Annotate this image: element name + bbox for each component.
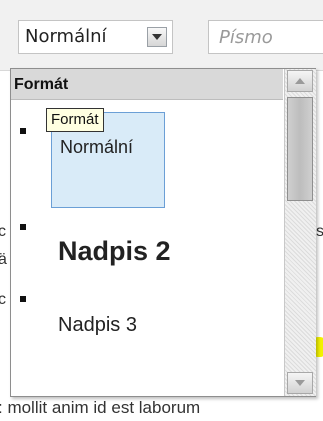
scroll-up-button[interactable] xyxy=(287,70,313,92)
font-combo-placeholder: Písmo xyxy=(219,27,273,48)
bullet-icon xyxy=(20,224,26,230)
format-combo-value: Normální xyxy=(25,26,107,47)
scroll-thumb[interactable] xyxy=(287,97,313,201)
tooltip: Formát xyxy=(46,108,104,132)
text-fragment: ä xyxy=(0,251,7,268)
font-combo[interactable]: Písmo xyxy=(208,20,323,54)
text-fragment: c xyxy=(0,223,6,240)
text-fragment: c xyxy=(0,291,6,308)
format-option-label: Nadpis 2 xyxy=(58,236,171,266)
editor-body-text: : mollit anim id est laborum xyxy=(0,398,201,417)
chevron-down-icon xyxy=(295,380,305,386)
format-option-heading-3[interactable]: Nadpis 3 xyxy=(11,284,283,354)
format-option-label: Nadpis 3 xyxy=(58,314,137,336)
scroll-down-button[interactable] xyxy=(287,372,313,394)
bullet-icon xyxy=(20,296,26,302)
format-combo-arrow-button[interactable] xyxy=(147,27,167,47)
bullet-icon xyxy=(20,128,26,134)
chevron-up-icon xyxy=(295,78,305,84)
text-fragment: s xyxy=(316,223,323,240)
panel-header-title: Formát xyxy=(14,76,69,93)
panel-scrollbar[interactable] xyxy=(284,69,316,396)
format-option-label: Normální xyxy=(60,137,134,157)
panel-header: Formát xyxy=(11,69,283,100)
format-dropdown-panel: Formát Normální Nadpis 2 Nadpis 3 Formát xyxy=(10,68,316,397)
format-option-heading-2[interactable]: Nadpis 2 xyxy=(11,209,283,279)
chevron-down-icon xyxy=(152,34,162,40)
editor-toolbar: Normální Písmo xyxy=(0,0,323,71)
